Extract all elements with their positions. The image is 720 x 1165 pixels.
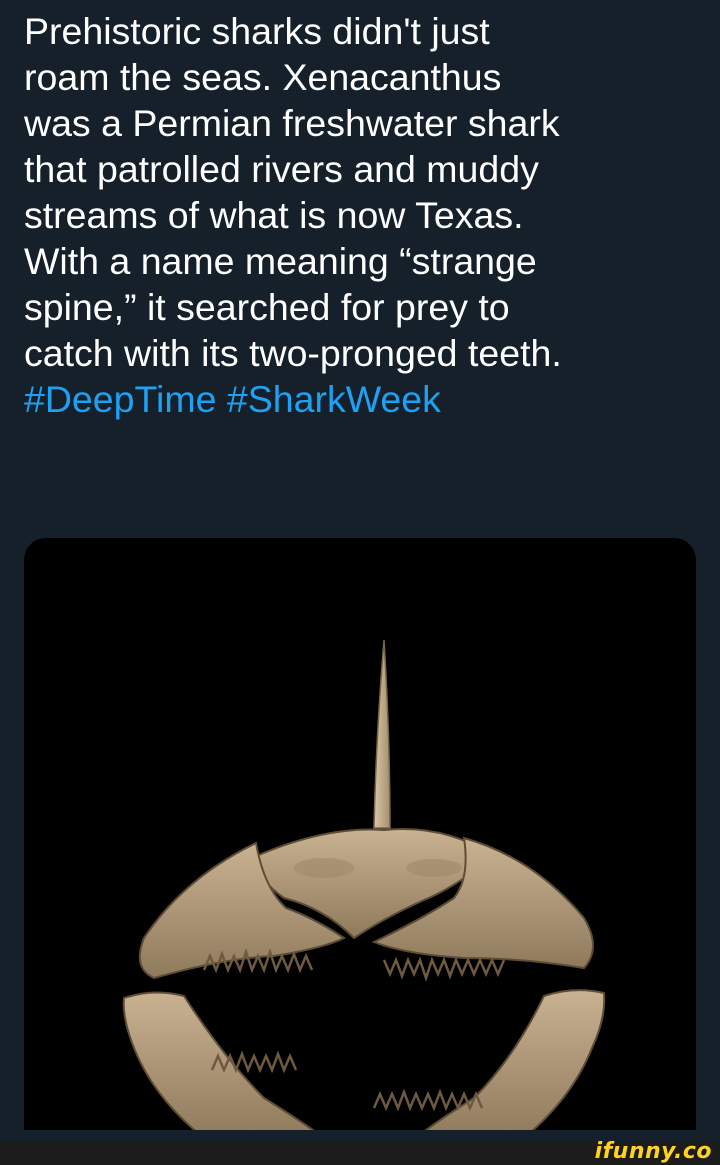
tweet-line: was a Permian freshwater shark bbox=[24, 102, 560, 144]
tweet-line: that patrolled rivers and muddy bbox=[24, 148, 539, 190]
tweet-media-image[interactable] bbox=[24, 538, 696, 1138]
tweet-text: Prehistoric sharks didn't just roam the … bbox=[24, 8, 704, 422]
tweet-line: catch with its two-pronged teeth. bbox=[24, 332, 562, 374]
hashtag-link-sharkweek[interactable]: #SharkWeek bbox=[227, 378, 441, 420]
ifunny-watermark: ifunny.co bbox=[594, 1139, 712, 1164]
hashtag-line: #DeepTime #SharkWeek bbox=[24, 376, 704, 422]
tweet-line: With a name meaning “strange bbox=[24, 240, 537, 282]
hashtag-link-deeptime[interactable]: #DeepTime bbox=[24, 378, 216, 420]
tweet-line: spine,” it searched for prey to bbox=[24, 286, 510, 328]
tweet-line: roam the seas. Xenacanthus bbox=[24, 56, 502, 98]
tweet-line: streams of what is now Texas. bbox=[24, 194, 524, 236]
shark-skull-illustration bbox=[122, 639, 606, 1138]
tweet-line: Prehistoric sharks didn't just bbox=[24, 10, 490, 52]
